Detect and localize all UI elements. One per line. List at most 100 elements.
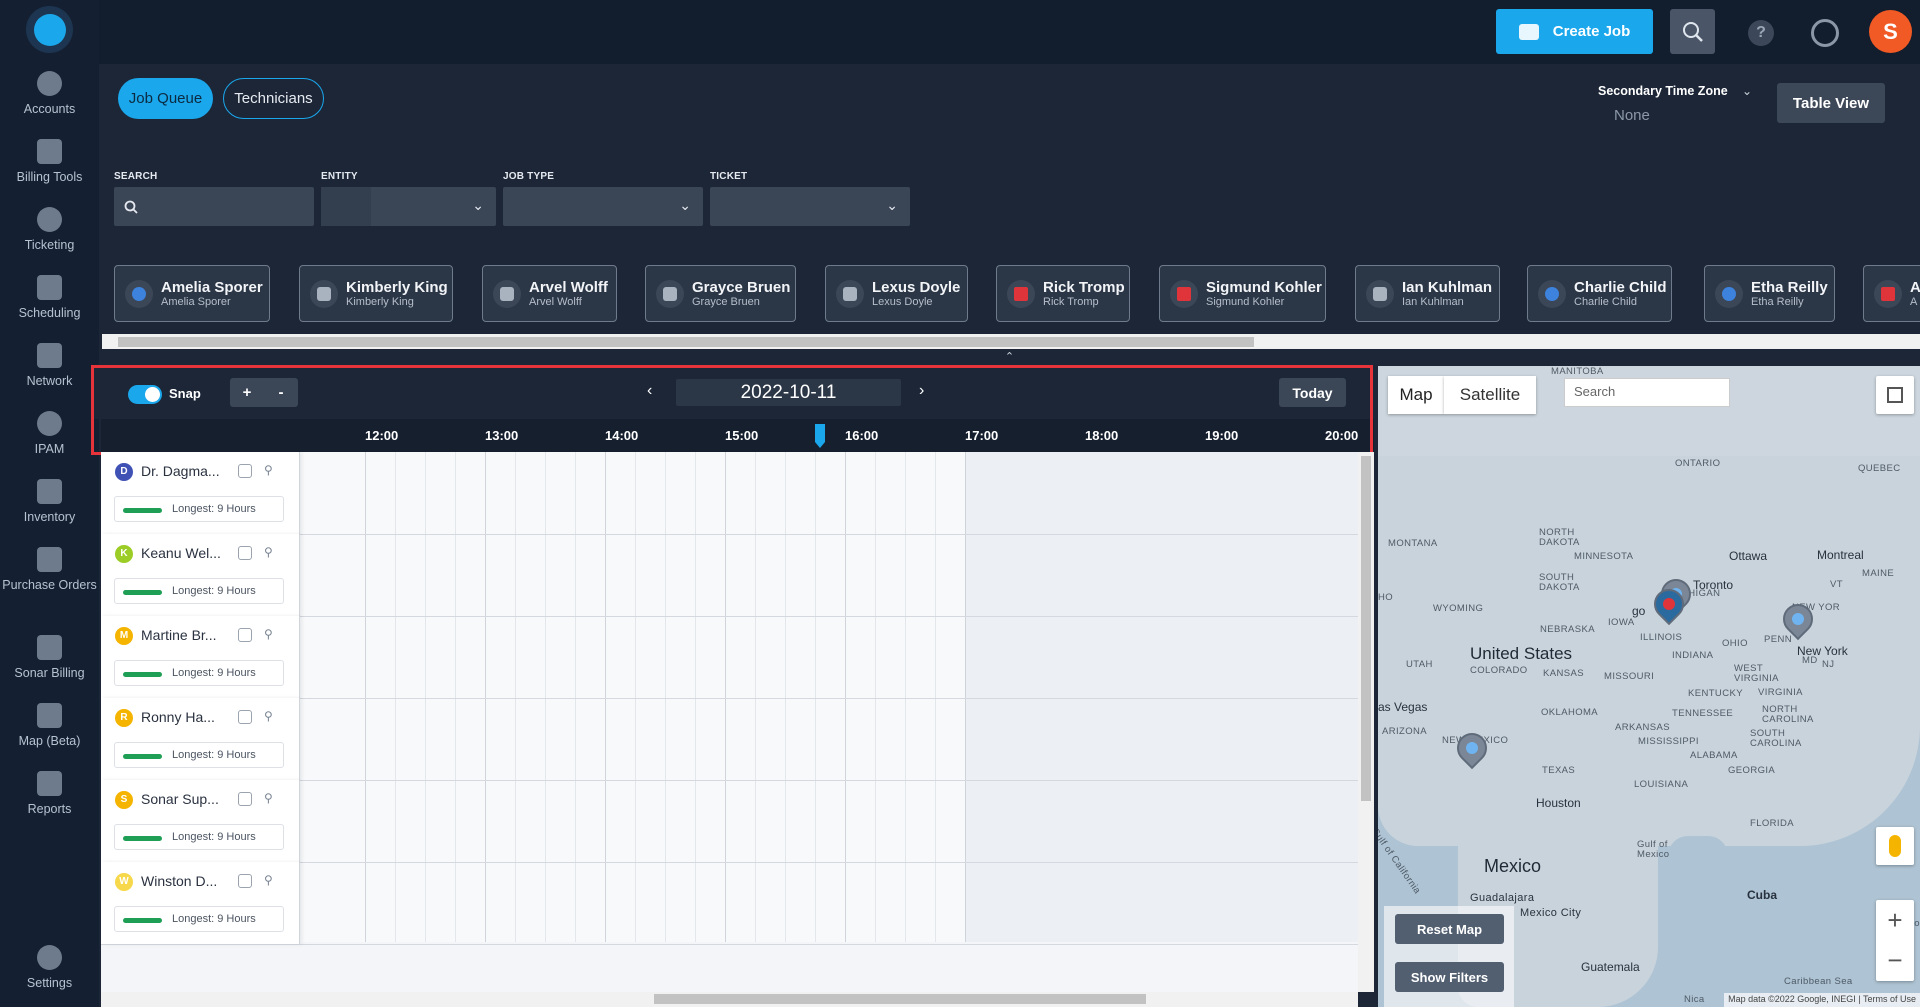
- technician-checkbox[interactable]: [238, 546, 252, 560]
- sidebar-item-sonar-billing[interactable]: Sonar Billing: [0, 635, 99, 683]
- reset-map-button[interactable]: Reset Map: [1395, 914, 1504, 944]
- shirt-icon: [656, 279, 684, 308]
- user-avatar[interactable]: S: [1869, 10, 1912, 53]
- location-pin-icon[interactable]: ⚲: [264, 791, 273, 805]
- collapse-toggle[interactable]: ⌃: [99, 349, 1920, 366]
- scrollbar-thumb[interactable]: [1361, 456, 1371, 801]
- tab-job-queue[interactable]: Job Queue: [118, 78, 213, 119]
- ticket-select[interactable]: ⌄: [710, 187, 910, 226]
- technician-name: Dr. Dagma...: [141, 463, 220, 479]
- map-label: SOUTH DAKOTA: [1539, 572, 1580, 593]
- technician-checkbox[interactable]: [238, 874, 252, 888]
- sidebar-item-network[interactable]: Network: [0, 343, 99, 391]
- technician-name: Sonar Sup...: [141, 791, 219, 807]
- secondary-timezone-select[interactable]: None: [1614, 107, 1650, 124]
- sidebar-item-label: Reports: [27, 802, 72, 816]
- map-search-input[interactable]: Search: [1564, 378, 1730, 407]
- map-attribution[interactable]: Map data ©2022 Google, INEGI | Terms of …: [1724, 993, 1920, 1007]
- avatar: R: [115, 709, 133, 727]
- technician-chip[interactable]: Ian Kuhlman Ian Kuhlman: [1355, 265, 1500, 322]
- schedule-vertical-scrollbar[interactable]: [1358, 452, 1374, 992]
- technician-row[interactable]: S Sonar Sup... ⚲ Longest: 9 Hours: [101, 780, 300, 862]
- global-search-button[interactable]: [1670, 9, 1715, 54]
- map-label: Mexico: [1484, 856, 1542, 876]
- sidebar-item-purchase-orders[interactable]: Purchase Orders: [0, 547, 99, 595]
- sidebar-item-inventory[interactable]: Inventory: [0, 479, 99, 527]
- longest-text: Longest: 9 Hours: [172, 749, 256, 761]
- location-pin-icon[interactable]: ⚲: [264, 463, 273, 477]
- map-zoom-out-button[interactable]: −: [1876, 940, 1914, 980]
- schedule-horizontal-scrollbar[interactable]: [101, 992, 1358, 1007]
- location-pin-icon[interactable]: ⚲: [264, 709, 273, 723]
- technician-row[interactable]: W Winston D... ⚲ Longest: 9 Hours: [101, 862, 300, 944]
- technician-checkbox[interactable]: [238, 628, 252, 642]
- technician-chip[interactable]: Rick Tromp Rick Tromp: [996, 265, 1130, 322]
- entity-select[interactable]: ⌄: [321, 187, 496, 226]
- chip-sub: Sigmund Kohler: [1206, 296, 1285, 308]
- tab-technicians[interactable]: Technicians: [223, 78, 324, 119]
- ipam-icon: [37, 411, 62, 436]
- map-panel[interactable]: MANITOBA ONTARIO QUEBEC NORTH DAKOTA MON…: [1378, 366, 1920, 1007]
- logo[interactable]: [26, 6, 73, 53]
- scrollbar-thumb[interactable]: [118, 337, 1254, 347]
- location-pin-icon[interactable]: ⚲: [264, 545, 273, 559]
- technician-checkbox[interactable]: [238, 464, 252, 478]
- sidebar-item-billing-tools[interactable]: Billing Tools: [0, 139, 99, 187]
- map-label: Houston: [1536, 796, 1581, 810]
- satellite-view-tab[interactable]: Satellite: [1444, 376, 1536, 414]
- technician-chip[interactable]: Grayce Bruen Grayce Bruen: [645, 265, 796, 322]
- technician-checkbox[interactable]: [238, 792, 252, 806]
- sidebar-item-ipam[interactable]: IPAM: [0, 411, 99, 459]
- technician-chip[interactable]: Sigmund Kohler Sigmund Kohler: [1159, 265, 1326, 322]
- sidebar-item-map-beta[interactable]: Map (Beta): [0, 703, 99, 751]
- map-zoom-controls: + −: [1876, 900, 1914, 981]
- technician-row[interactable]: K Keanu Wel... ⚲ Longest: 9 Hours: [101, 534, 300, 616]
- technician-chip[interactable]: Kimberly King Kimberly King: [299, 265, 453, 322]
- create-job-button[interactable]: Create Job: [1496, 9, 1653, 54]
- map-label: MONTANA: [1388, 538, 1438, 549]
- technician-chip[interactable]: Etha Reilly Etha Reilly: [1704, 265, 1835, 322]
- technician-chip[interactable]: Charlie Child Charlie Child: [1527, 265, 1672, 322]
- map-label: WYOMING: [1433, 603, 1484, 614]
- technician-checkbox[interactable]: [238, 710, 252, 724]
- technician-row[interactable]: M Martine Br... ⚲ Longest: 9 Hours: [101, 616, 300, 698]
- chip-sub: Etha Reilly: [1751, 296, 1804, 308]
- sidebar-item-accounts[interactable]: Accounts: [0, 71, 99, 119]
- search-input[interactable]: [114, 187, 314, 226]
- technician-chip[interactable]: Amelia Sporer Amelia Sporer: [114, 265, 270, 322]
- help-icon[interactable]: ?: [1748, 20, 1774, 46]
- street-view-pegman[interactable]: [1876, 827, 1914, 865]
- technician-chip[interactable]: Arvel Wolff Arvel Wolff: [482, 265, 617, 322]
- location-pin-icon[interactable]: ⚲: [264, 627, 273, 641]
- timeline-body[interactable]: [300, 452, 1358, 942]
- technician-row[interactable]: D Dr. Dagma... ⚲ Longest: 9 Hours: [101, 452, 300, 534]
- chevron-down-icon: ⌄: [679, 197, 691, 213]
- technician-row[interactable]: R Ronny Ha... ⚲ Longest: 9 Hours: [101, 698, 300, 780]
- map-label: MINNESOTA: [1574, 551, 1634, 562]
- entity-select-prefix: [321, 187, 371, 226]
- map-view-tab[interactable]: Map: [1388, 376, 1444, 414]
- map-label: ILLINOIS: [1640, 632, 1683, 643]
- technician-chip[interactable]: AA: [1863, 265, 1920, 322]
- sidebar-item-scheduling[interactable]: Scheduling: [0, 275, 99, 323]
- map-label: MISSISSIPPI: [1638, 736, 1699, 747]
- map-label: NEBRASKA: [1540, 624, 1595, 635]
- map-label: New York: [1797, 644, 1848, 658]
- show-filters-button[interactable]: Show Filters: [1395, 962, 1504, 992]
- location-pin-icon[interactable]: ⚲: [264, 873, 273, 887]
- chip-scrollbar[interactable]: [102, 334, 1920, 349]
- sidebar-item-ticketing[interactable]: Ticketing: [0, 207, 99, 255]
- history-icon[interactable]: [1811, 19, 1839, 47]
- chip-name: Arvel Wolff: [529, 279, 608, 296]
- chip-name: Rick Tromp: [1043, 279, 1125, 296]
- fullscreen-button[interactable]: [1876, 376, 1914, 414]
- chevron-down-icon[interactable]: ⌄: [1742, 84, 1752, 98]
- table-view-button[interactable]: Table View: [1777, 83, 1885, 123]
- map-zoom-in-button[interactable]: +: [1876, 900, 1914, 940]
- sidebar-item-settings[interactable]: Settings: [0, 945, 99, 993]
- job-type-select[interactable]: ⌄: [503, 187, 703, 226]
- chip-sub: Kimberly King: [346, 296, 414, 308]
- scrollbar-thumb[interactable]: [654, 994, 1146, 1004]
- technician-chip[interactable]: Lexus Doyle Lexus Doyle: [825, 265, 968, 322]
- sidebar-item-reports[interactable]: Reports: [0, 771, 99, 819]
